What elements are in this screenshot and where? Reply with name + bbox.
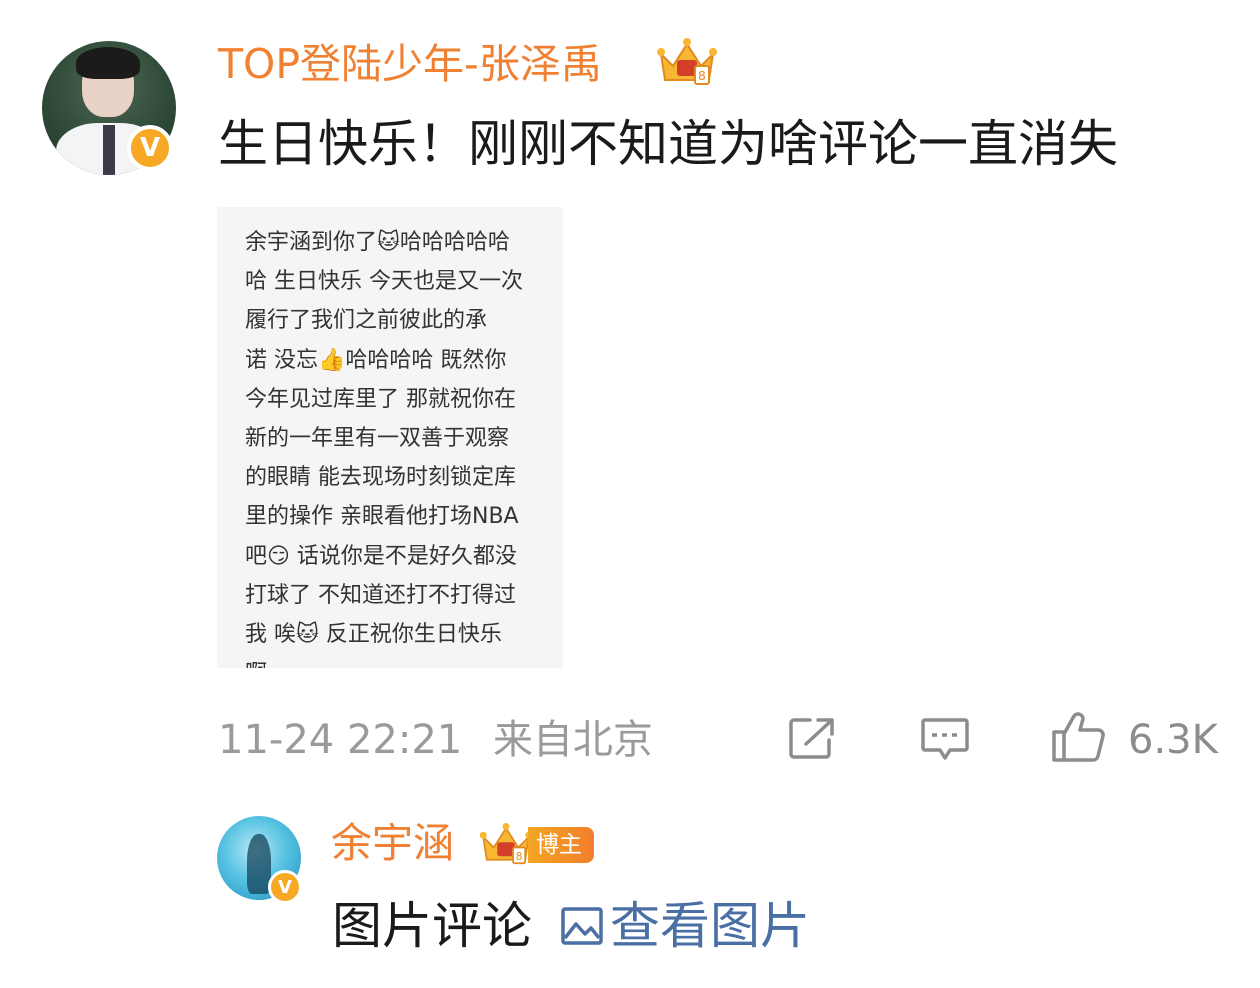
attachment-text-line: 新的一年里有一双善于观察: [245, 426, 510, 452]
attachment-text-line: 打球了 不知道还打不打得过: [245, 582, 516, 608]
comment-meta: 11-24 22:21 来自北京: [218, 714, 653, 766]
attachment-text-line: 的眼睛 能去现场时刻锁定库: [245, 465, 516, 491]
comment-icon[interactable]: [920, 716, 970, 768]
comment-time: 11-24 22:21: [218, 717, 463, 763]
attachment-text-line: 我 唉🐱 反正祝你生日快乐: [245, 622, 502, 648]
blogger-badge: 博主: [528, 827, 594, 863]
reply-username[interactable]: 余宇涵: [331, 815, 454, 871]
like-count: 6.3K: [1128, 717, 1218, 763]
attachment-text-line: 今年见过库里了 那就祝你在: [245, 386, 516, 412]
attachment-text-line: 吧😏 话说你是不是好久都没: [245, 543, 517, 569]
crown-badge-icon: 8: [655, 36, 719, 88]
attachment-text-line: 里的操作 亲眼看他打场NBA: [245, 504, 519, 530]
comment-image-attachment[interactable]: 余宇涵到你了🐱哈哈哈哈哈 哈 生日快乐 今天也是又一次 履行了我们之前彼此的承 …: [217, 207, 563, 668]
view-image-label[interactable]: 查看图片: [610, 895, 810, 957]
svg-text:8: 8: [516, 851, 523, 863]
share-icon[interactable]: [788, 716, 836, 764]
verified-badge-icon: V: [127, 125, 173, 171]
attachment-text-line: 履行了我们之前彼此的承: [245, 308, 488, 334]
attachment-text-line: 余宇涵到你了🐱哈哈哈哈哈: [245, 230, 510, 255]
verified-badge-icon: V: [268, 870, 302, 904]
comment-text: 生日快乐！刚刚不知道为啥评论一直消失: [218, 115, 1118, 173]
comment-username[interactable]: TOP登陆少年-张泽禹: [218, 37, 602, 91]
reply-text: 图片评论: [332, 897, 532, 955]
like-icon[interactable]: [1050, 710, 1106, 768]
crown-badge-icon: 8: [478, 821, 534, 867]
attachment-text-line: 诺 没忘👍哈哈哈哈 既然你: [245, 347, 507, 373]
attachment-text-line: 啊: [245, 654, 541, 668]
attachment-text-line: 哈 生日快乐 今天也是又一次: [245, 269, 523, 295]
view-image-link[interactable]: 查看图片: [560, 895, 810, 957]
comment-location: 来自北京: [492, 717, 653, 763]
image-icon: [560, 906, 604, 946]
svg-text:8: 8: [698, 69, 706, 83]
